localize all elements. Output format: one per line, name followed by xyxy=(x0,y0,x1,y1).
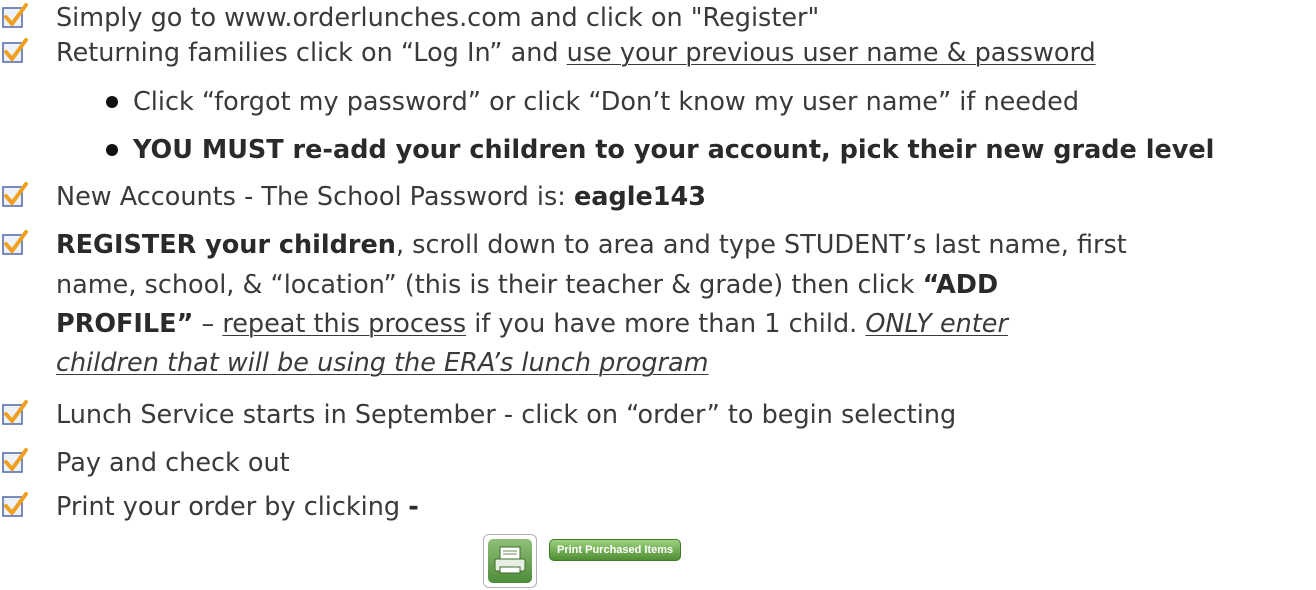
item-text: Lunch Service starts in September - clic… xyxy=(56,400,957,430)
item-text: , scroll down to area and type STUDENT’s… xyxy=(395,230,1127,260)
checklist-item-4-line-4: children that will be using the ERA’s lu… xyxy=(0,346,1316,380)
checkbox-checked-icon xyxy=(2,492,28,518)
checklist-item-1: Simply go to www.orderlunches.com and cl… xyxy=(0,1,1316,35)
item-heading: REGISTER your children xyxy=(56,230,396,260)
checkbox-checked-icon xyxy=(2,3,28,29)
item-text: Pay and check out xyxy=(56,448,290,478)
print-icon[interactable] xyxy=(483,534,537,588)
checklist-item-4: REGISTER your children, scroll down to a… xyxy=(0,228,1316,262)
checklist-item-6: Pay and check out xyxy=(0,446,1316,480)
item-text: name, school, & “location” (this is thei… xyxy=(56,270,923,300)
checklist-item-7: Print your order by clicking - xyxy=(0,490,470,524)
sub-bullet-2: YOU MUST re-add your children to your ac… xyxy=(0,133,1316,167)
underlined-text: use your previous user name & password xyxy=(566,38,1096,68)
underlined-text: repeat this process xyxy=(222,309,467,339)
sub-bullet-1: Click “forgot my password” or click “Don… xyxy=(0,85,1316,119)
checklist-item-3: New Accounts - The School Password is: e… xyxy=(0,180,1316,214)
bullet-icon xyxy=(106,144,118,156)
item-text: Returning families click on “Log In” and xyxy=(56,38,567,68)
school-password: eagle143 xyxy=(573,182,706,212)
bullet-icon xyxy=(106,96,118,108)
item-dash: - xyxy=(408,492,419,522)
checklist-item-2: Returning families click on “Log In” and… xyxy=(0,36,1316,70)
printer-icon xyxy=(494,546,526,574)
checklist-item-4-line-2: name, school, & “location” (this is thei… xyxy=(0,268,1316,302)
add-profile-text: PROFILE” xyxy=(56,309,194,339)
checkbox-checked-icon xyxy=(2,400,28,426)
checkbox-checked-icon xyxy=(2,448,28,474)
checkbox-checked-icon xyxy=(2,230,28,256)
bullet-text: Click “forgot my password” or click “Don… xyxy=(133,87,1080,117)
checklist-item-5: Lunch Service starts in September - clic… xyxy=(0,398,1316,432)
print-purchased-items-button[interactable]: Print Purchased Items xyxy=(549,539,682,561)
italic-underlined-text: ONLY enter xyxy=(865,309,1008,339)
item-text: New Accounts - The School Password is: xyxy=(56,182,574,212)
add-profile-text: “ADD xyxy=(922,270,999,300)
bullet-text-bold: YOU MUST re-add your children to your ac… xyxy=(133,135,1215,165)
item-text: Simply go to www.orderlunches.com and cl… xyxy=(56,3,820,33)
checklist-item-4-line-3: PROFILE” – repeat this process if you ha… xyxy=(56,309,1008,339)
italic-underlined-text: children that will be using the ERA’s lu… xyxy=(56,348,709,378)
checkbox-checked-icon xyxy=(2,182,28,208)
checkbox-checked-icon xyxy=(2,38,28,64)
item-text: Print your order by clicking xyxy=(56,492,409,522)
